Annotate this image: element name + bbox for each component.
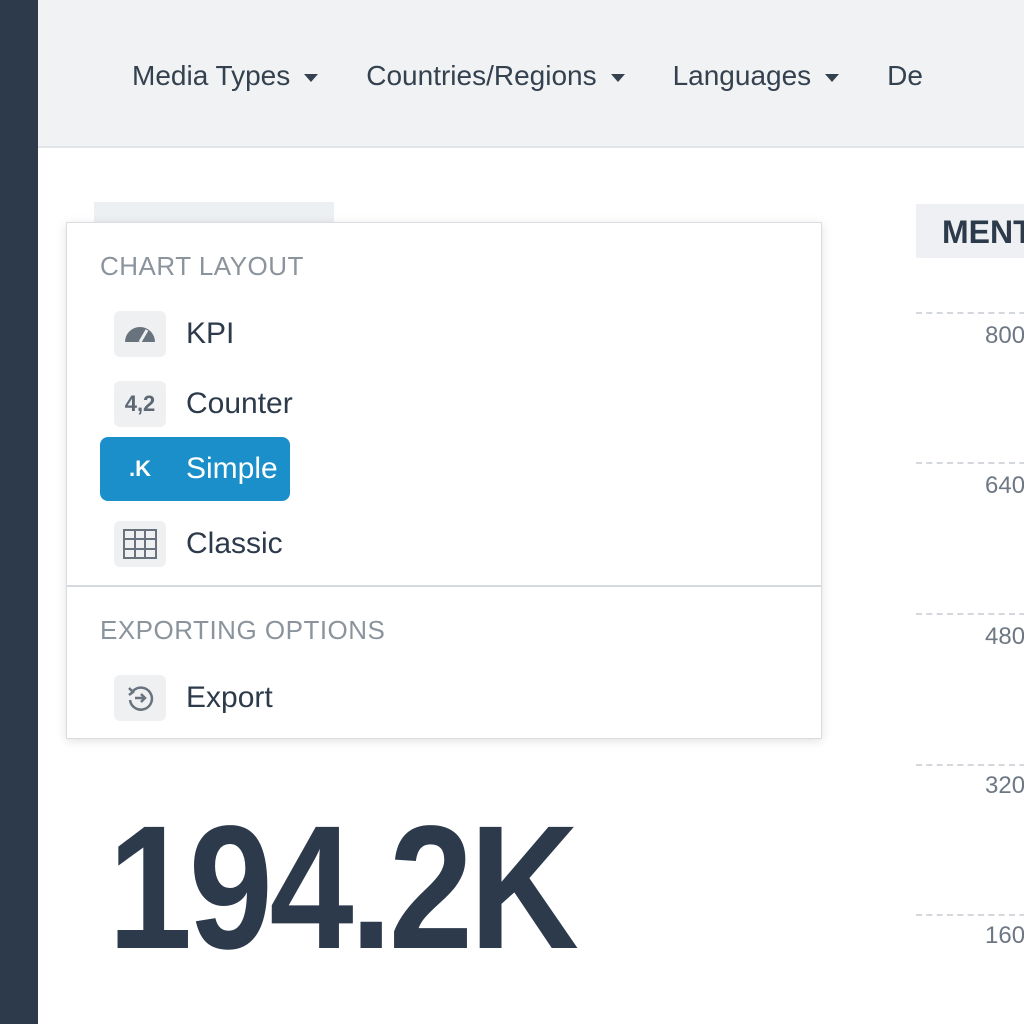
filter-label: Languages [672, 60, 812, 91]
filter-label: De [887, 60, 923, 91]
right-widget-title: MENT [916, 204, 1024, 258]
menu-item-simple[interactable]: .K Simple [100, 437, 290, 501]
grid-icon [114, 521, 166, 567]
chart-gridline [916, 613, 1024, 615]
menu-item-label: KPI [186, 317, 235, 350]
caret-down-icon [610, 73, 625, 82]
caret-down-icon [825, 73, 840, 82]
chart-options-menu: CHART LAYOUT KPI 4,2 Counter .K Simple C… [66, 222, 822, 739]
menu-divider [67, 585, 821, 587]
menu-item-label: Export [186, 681, 273, 714]
exporting-options-header: EXPORTING OPTIONS [100, 615, 386, 645]
chart-gridline [916, 914, 1024, 916]
filter-truncated[interactable]: De [887, 60, 923, 92]
menu-item-classic[interactable]: Classic [100, 512, 295, 576]
filter-label: Countries/Regions [366, 60, 597, 91]
export-icon [114, 675, 166, 721]
simple-icon: .K [129, 456, 151, 481]
caret-down-icon [304, 73, 319, 82]
filter-label: Media Types [132, 60, 291, 91]
filter-languages[interactable]: Languages [673, 60, 840, 92]
chart-gridline [916, 312, 1024, 314]
y-tick-label: 160 [985, 922, 1024, 949]
left-sidebar-rail [0, 0, 38, 1024]
y-tick-label: 320 [985, 772, 1024, 799]
filter-bar: Media Types Countries/Regions Languages … [38, 0, 1024, 148]
filter-media-types[interactable]: Media Types [132, 60, 319, 92]
chart-layout-header: CHART LAYOUT [100, 251, 304, 281]
gauge-icon [114, 311, 166, 357]
menu-item-label: Classic [186, 527, 283, 560]
menu-item-label: Simple [186, 452, 278, 485]
filter-countries-regions[interactable]: Countries/Regions [366, 60, 625, 92]
y-tick-label: 800 [985, 322, 1024, 349]
menu-item-counter[interactable]: 4,2 Counter [100, 372, 305, 436]
chart-gridline [916, 764, 1024, 766]
menu-item-label: Counter [186, 387, 293, 420]
chart-gridline [916, 462, 1024, 464]
kpi-value: 194.2K [108, 790, 579, 986]
menu-item-export[interactable]: Export [100, 666, 285, 730]
y-tick-label: 480 [985, 623, 1024, 650]
counter-icon: 4,2 [114, 381, 166, 427]
y-tick-label: 640 [985, 472, 1024, 499]
filter-list: Media Types Countries/Regions Languages … [132, 60, 971, 92]
menu-item-kpi[interactable]: KPI [100, 302, 246, 366]
